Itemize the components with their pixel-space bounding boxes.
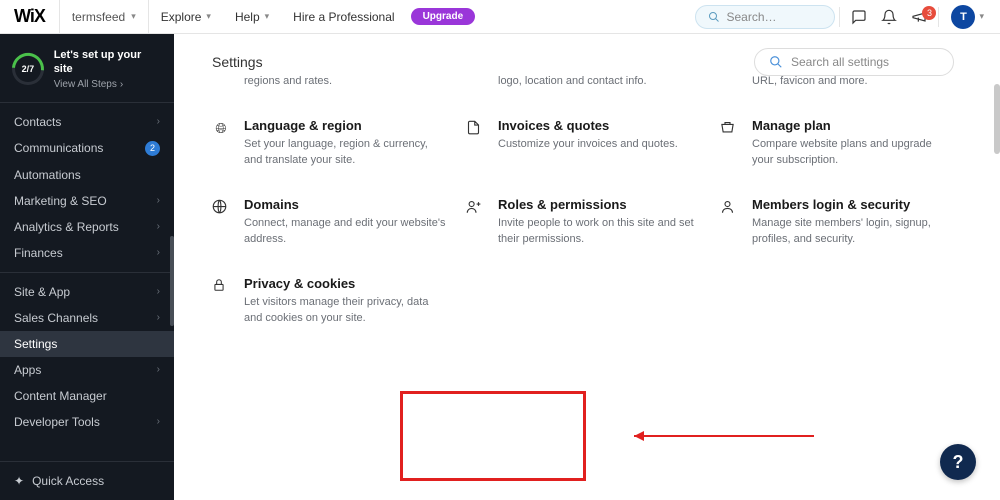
top-bar: WiX termsfeed ▾ Explore▾ Help▾ Hire a Pr…: [0, 0, 1000, 34]
settings-card-partial[interactable]: URL, favicon and more.: [720, 74, 954, 90]
invoice-icon: [466, 118, 484, 169]
sidebar: 2/7 Let's set up your site View All Step…: [0, 34, 174, 500]
bell-icon[interactable]: [874, 9, 904, 25]
sidebar-item-apps[interactable]: Apps›: [0, 357, 174, 383]
content-area: Settings Search all settings regions and…: [174, 34, 1000, 500]
chat-icon[interactable]: [844, 9, 874, 25]
chevron-right-icon: ›: [157, 312, 160, 323]
notification-badge: 3: [922, 6, 936, 20]
domain-icon: [212, 197, 230, 248]
upgrade-button[interactable]: Upgrade: [411, 8, 476, 25]
sidebar-item-settings[interactable]: Settings: [0, 331, 174, 357]
hire-link[interactable]: Hire a Professional: [281, 10, 406, 24]
chevron-right-icon: ›: [157, 286, 160, 297]
setup-panel[interactable]: 2/7 Let's set up your site View All Step…: [0, 34, 174, 103]
sidebar-item-content-manager[interactable]: Content Manager: [0, 383, 174, 409]
settings-card-language[interactable]: 🌐︎Language & regionSet your language, re…: [212, 118, 446, 169]
global-search-input[interactable]: Search…: [695, 5, 835, 29]
settings-card-privacy-cookies[interactable]: Privacy & cookiesLet visitors manage the…: [212, 276, 446, 327]
settings-card-roles[interactable]: Roles & permissionsInvite people to work…: [466, 197, 700, 248]
content-scrollbar[interactable]: [994, 84, 1000, 154]
settings-card-manage-plan[interactable]: Manage planCompare website plans and upg…: [720, 118, 954, 169]
sidebar-item-site-app[interactable]: Site & App›: [0, 279, 174, 305]
account-menu[interactable]: T ▾: [943, 5, 992, 29]
chevron-right-icon: ›: [157, 247, 160, 258]
chevron-down-icon: ▾: [979, 11, 984, 22]
settings-search-input[interactable]: Search all settings: [754, 48, 954, 76]
sidebar-item-marketing[interactable]: Marketing & SEO›: [0, 188, 174, 214]
quick-access-button[interactable]: ✦Quick Access: [0, 461, 174, 500]
wix-logo[interactable]: WiX: [0, 6, 59, 27]
search-placeholder: Search all settings: [791, 55, 889, 69]
site-dropdown[interactable]: termsfeed ▾: [59, 0, 149, 33]
globe-icon: 🌐︎: [212, 118, 230, 169]
settings-card-members[interactable]: Members login & securityManage site memb…: [720, 197, 954, 248]
chevron-right-icon: ›: [157, 221, 160, 232]
roles-icon: [466, 197, 484, 248]
plan-icon: [720, 118, 738, 169]
lock-icon: [212, 276, 230, 327]
view-steps-link[interactable]: View All Steps›: [54, 79, 162, 90]
annotation-highlight: [400, 391, 586, 481]
chevron-right-icon: ›: [157, 364, 160, 375]
avatar: T: [951, 5, 975, 29]
help-fab-button[interactable]: ?: [940, 444, 976, 480]
settings-card-partial[interactable]: logo, location and contact info.: [466, 74, 700, 90]
settings-card-invoices[interactable]: Invoices & quotesCustomize your invoices…: [466, 118, 700, 169]
site-name: termsfeed: [72, 10, 125, 24]
search-icon: [708, 11, 720, 23]
members-icon: [720, 197, 738, 248]
chevron-right-icon: ›: [120, 79, 123, 90]
sidebar-item-developer-tools[interactable]: Developer Tools›: [0, 409, 174, 435]
annotation-arrow: [624, 426, 824, 446]
count-badge: 2: [145, 141, 160, 156]
chevron-right-icon: ›: [157, 116, 160, 127]
page-title: Settings: [212, 54, 263, 70]
sparkle-icon: ✦: [14, 474, 24, 488]
chevron-down-icon: ▾: [206, 11, 211, 22]
chevron-right-icon: ›: [157, 195, 160, 206]
chevron-down-icon: ▾: [265, 11, 270, 22]
progress-ring: 2/7: [12, 53, 44, 85]
sidebar-item-analytics[interactable]: Analytics & Reports›: [0, 214, 174, 240]
sidebar-item-finances[interactable]: Finances›: [0, 240, 174, 266]
sidebar-item-contacts[interactable]: Contacts›: [0, 109, 174, 135]
search-icon: [769, 55, 783, 69]
sidebar-item-communications[interactable]: Communications2: [0, 135, 174, 162]
settings-card-partial[interactable]: regions and rates.: [212, 74, 446, 90]
announce-icon[interactable]: 3: [904, 9, 934, 25]
explore-link[interactable]: Explore▾: [149, 10, 223, 24]
help-link[interactable]: Help▾: [223, 10, 281, 24]
chevron-down-icon: ▾: [131, 11, 136, 22]
search-placeholder: Search…: [726, 10, 776, 24]
sidebar-item-automations[interactable]: Automations: [0, 162, 174, 188]
settings-card-domains[interactable]: DomainsConnect, manage and edit your web…: [212, 197, 446, 248]
setup-title: Let's set up your site: [54, 48, 162, 77]
chevron-right-icon: ›: [157, 416, 160, 427]
sidebar-item-sales-channels[interactable]: Sales Channels›: [0, 305, 174, 331]
